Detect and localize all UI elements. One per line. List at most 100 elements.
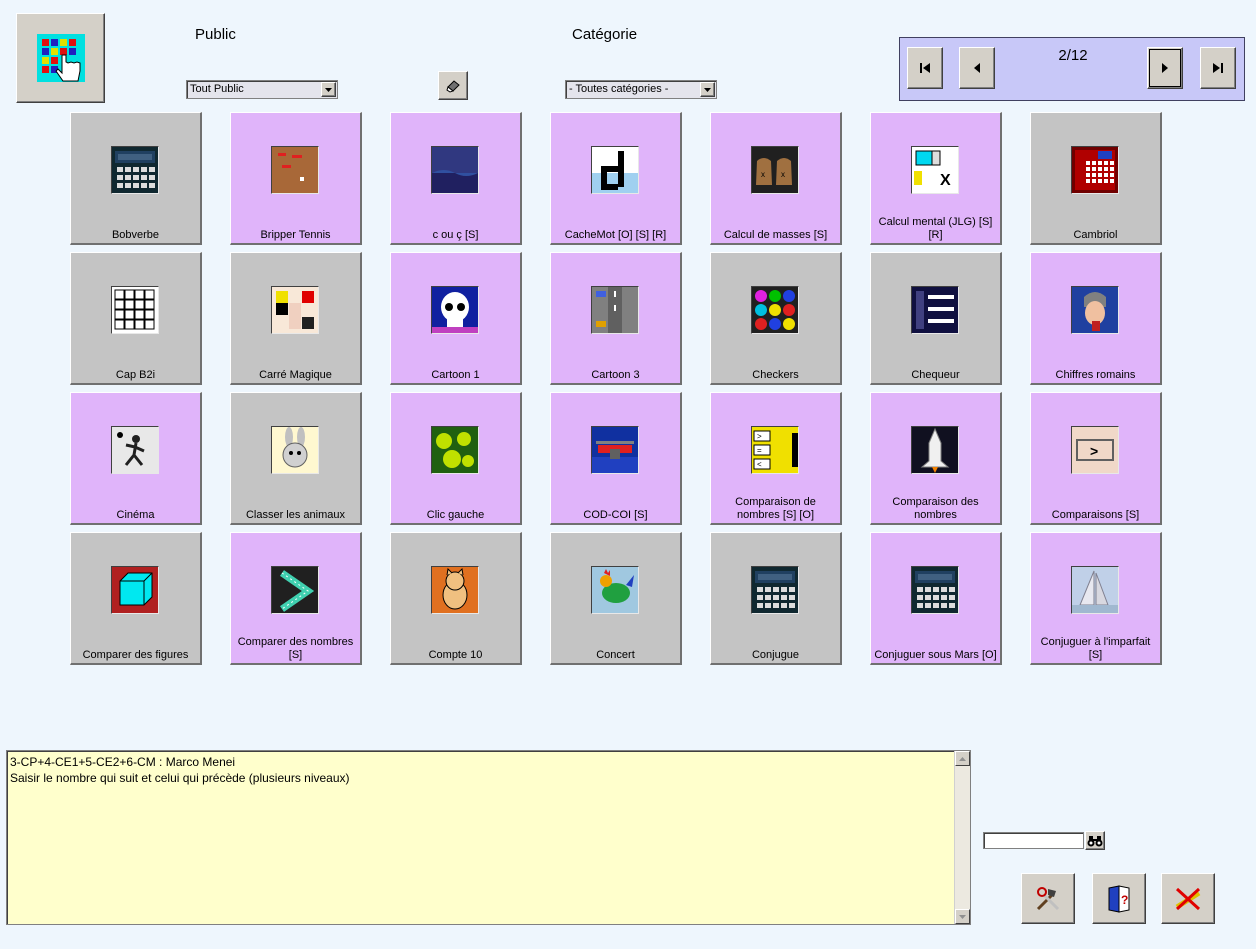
- activity-tile[interactable]: Cambriol: [1030, 112, 1162, 245]
- activity-tile[interactable]: Conjuguer à l'imparfait [S]: [1030, 532, 1162, 665]
- greater-than-icon: >: [1071, 426, 1119, 474]
- activity-tile[interactable]: Comparer des figures: [70, 532, 202, 665]
- magic-square-icon: [271, 286, 319, 334]
- letter-d-icon: [591, 146, 639, 194]
- activity-tile-label: Cartoon 1: [431, 369, 480, 381]
- activity-tile[interactable]: Cap B2i: [70, 252, 202, 385]
- activity-tile[interactable]: Classer les animaux: [230, 392, 362, 525]
- activity-tile[interactable]: Cartoon 1: [390, 252, 522, 385]
- app-menu-button[interactable]: [16, 13, 105, 103]
- keyboard-icon: [111, 286, 159, 334]
- scroll-up-icon[interactable]: [955, 751, 970, 766]
- chevron-down-icon[interactable]: [321, 82, 336, 97]
- activity-tile[interactable]: Cinéma: [70, 392, 202, 525]
- calculator-icon: [751, 566, 799, 614]
- description-line-1: 3-CP+4-CE1+5-CE2+6-CM : Marco Menei: [10, 755, 236, 769]
- activity-tile[interactable]: Concert: [550, 532, 682, 665]
- description-scrollbar[interactable]: [954, 751, 970, 924]
- calculator-icon: [911, 566, 959, 614]
- activity-tile[interactable]: Chequeur: [870, 252, 1002, 385]
- last-page-button[interactable]: [1200, 47, 1236, 89]
- activity-tile-label: Comparaison des nombres: [892, 496, 979, 521]
- activity-tile-label: Classer les animaux: [245, 509, 346, 521]
- activity-tile[interactable]: > Comparaisons [S]: [1030, 392, 1162, 525]
- scroll-down-icon[interactable]: [955, 909, 970, 924]
- activity-tile[interactable]: Bobverbe: [70, 112, 202, 245]
- activity-tile-label: Bobverbe: [111, 229, 160, 241]
- svg-text:x: x: [761, 170, 765, 179]
- activity-tile-label: Checkers: [752, 369, 799, 381]
- activity-tile-label: Conjugue: [751, 649, 800, 661]
- color-dots-icon: [751, 286, 799, 334]
- flowers-icon: [431, 426, 479, 474]
- activity-tile-label: CacheMot [O] [S] [R]: [564, 229, 667, 241]
- space-shuttle-icon: [911, 426, 959, 474]
- binoculars-icon: [1087, 835, 1103, 846]
- description-line-2: Saisir le nombre qui suit et celui qui p…: [10, 771, 350, 785]
- next-page-button[interactable]: [1147, 47, 1183, 89]
- search-input[interactable]: [983, 832, 1084, 849]
- activity-tile[interactable]: Cartoon 3: [550, 252, 682, 385]
- svg-text:<: <: [757, 460, 762, 469]
- page-indicator: 2/12: [1058, 47, 1088, 64]
- quit-button[interactable]: [1161, 873, 1215, 924]
- search-button[interactable]: [1085, 831, 1105, 850]
- activity-tile-label: Calcul de masses [S]: [723, 229, 828, 241]
- category-select-value: - Toutes catégories -: [569, 83, 669, 95]
- public-select-value: Tout Public: [190, 83, 244, 95]
- reset-filters-button[interactable]: [438, 71, 468, 100]
- activity-tile-label: Chequeur: [911, 369, 960, 381]
- chevron-down-icon[interactable]: [700, 82, 715, 97]
- compare-signs-icon: > = <: [751, 426, 799, 474]
- activity-tile[interactable]: Clic gauche: [390, 392, 522, 525]
- activity-tile[interactable]: c ou ç [S]: [390, 112, 522, 245]
- running-man-icon: [111, 426, 159, 474]
- activity-tile[interactable]: CacheMot [O] [S] [R]: [550, 112, 682, 245]
- activity-tile-label: Compte 10: [428, 649, 483, 661]
- svg-text:x: x: [781, 170, 785, 179]
- activity-tile[interactable]: Comparer des nombres [S]: [230, 532, 362, 665]
- activity-tile[interactable]: Conjugue: [710, 532, 842, 665]
- activity-tile[interactable]: X Calcul mental (JLG) [S] [R]: [870, 112, 1002, 245]
- activity-tile[interactable]: Bripper Tennis: [230, 112, 362, 245]
- activity-tile-label: Conjuguer sous Mars [O]: [874, 649, 997, 661]
- activity-tile[interactable]: Carré Magique: [230, 252, 362, 385]
- activity-tile[interactable]: > = < Comparaison de nombres [S] [O]: [710, 392, 842, 525]
- activity-tile[interactable]: Compte 10: [390, 532, 522, 665]
- help-button[interactable]: ?: [1092, 873, 1146, 924]
- last-page-icon: [1213, 63, 1223, 73]
- airplane-icon: [591, 426, 639, 474]
- cheque-icon: [911, 286, 959, 334]
- svg-text:X: X: [940, 172, 951, 189]
- activity-tile-label: Cap B2i: [115, 369, 156, 381]
- svg-text:>: >: [1090, 443, 1098, 459]
- calculator-icon: [111, 146, 159, 194]
- activity-tile-label: Comparer des nombres [S]: [237, 636, 354, 661]
- category-label: Catégorie: [572, 26, 638, 43]
- rooster-icon: [591, 566, 639, 614]
- roman-soldier-icon: [1071, 286, 1119, 334]
- cube-icon: [111, 566, 159, 614]
- activity-tile-label: Calcul mental (JLG) [S] [R]: [878, 216, 993, 241]
- activity-tile[interactable]: x x Calcul de masses [S]: [710, 112, 842, 245]
- activity-tile-label: Comparer des figures: [82, 649, 189, 661]
- category-select[interactable]: - Toutes catégories -: [565, 80, 717, 99]
- public-select[interactable]: Tout Public: [186, 80, 338, 99]
- weight-bags-icon: xx: [751, 146, 799, 194]
- safe-icon: [1071, 146, 1119, 194]
- activity-tile[interactable]: Checkers: [710, 252, 842, 385]
- activity-tile[interactable]: COD-COI [S]: [550, 392, 682, 525]
- svg-text:>: >: [757, 432, 762, 441]
- description-box[interactable]: 3-CP+4-CE1+5-CE2+6-CM : Marco Menei Sais…: [6, 750, 971, 925]
- activity-tile[interactable]: Conjuguer sous Mars [O]: [870, 532, 1002, 665]
- caret-right-icon: [1162, 63, 1168, 73]
- activity-tile[interactable]: Chiffres romains: [1030, 252, 1162, 385]
- eraser-icon: [446, 79, 460, 93]
- road-cars-icon: [591, 286, 639, 334]
- rabbit-icon: [271, 426, 319, 474]
- cat-icon: [431, 566, 479, 614]
- sailboat-icon: [1071, 566, 1119, 614]
- activity-tile[interactable]: Comparaison des nombres: [870, 392, 1002, 525]
- tools-button[interactable]: [1021, 873, 1075, 924]
- svg-text:=: =: [757, 446, 762, 455]
